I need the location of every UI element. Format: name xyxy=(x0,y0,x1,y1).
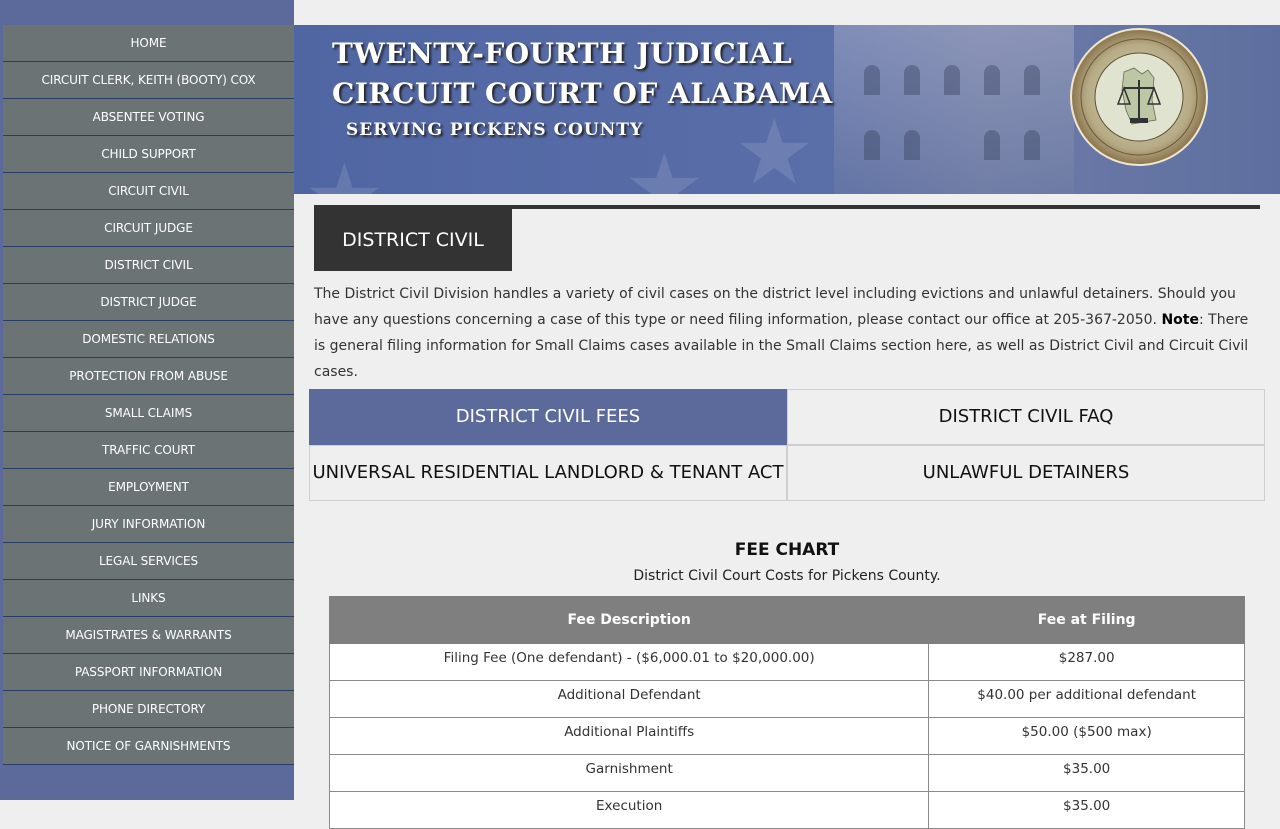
fee-description-cell: Additional Plaintiffs xyxy=(328,717,930,755)
nav-item-traffic-court[interactable]: TRAFFIC COURT xyxy=(3,432,294,469)
fee-description-cell: Execution xyxy=(328,791,930,829)
nav-item-absentee-voting[interactable]: ABSENTEE VOTING xyxy=(3,99,294,136)
intro-text-1: The District Civil Division handles a va… xyxy=(314,286,1236,328)
fee-amount-cell: $35.00 xyxy=(928,754,1245,792)
star-decoration: ★ xyxy=(304,145,385,194)
tab-district-civil-faq[interactable]: DISTRICT CIVIL FAQ xyxy=(787,389,1265,445)
nav-item-circuit-civil[interactable]: CIRCUIT CIVIL xyxy=(3,173,294,210)
table-row: Garnishment $35.00 xyxy=(328,754,1245,792)
site-banner: ★ ★ ★ TWENTY-FOURTH JUDICIAL CIRCUIT COU… xyxy=(294,25,1280,194)
table-row: Filing Fee (One defendant) - ($6,000.01 … xyxy=(328,643,1245,681)
nav-item-employment[interactable]: EMPLOYMENT xyxy=(3,469,294,506)
nav-item-passport-information[interactable]: PASSPORT INFORMATION xyxy=(3,654,294,691)
nav-item-circuit-clerk[interactable]: CIRCUIT CLERK, KEITH (BOOTY) COX xyxy=(3,62,294,99)
fee-amount-cell: $50.00 ($500 max) xyxy=(928,717,1245,755)
fee-description-cell: Additional Defendant xyxy=(328,680,930,718)
page-title: DISTRICT CIVIL xyxy=(314,209,512,271)
nav-item-child-support[interactable]: CHILD SUPPORT xyxy=(3,136,294,173)
tab-landlord-tenant-act[interactable]: UNIVERSAL RESIDENTIAL LANDLORD & TENANT … xyxy=(309,445,787,501)
nav-item-legal-services[interactable]: LEGAL SERVICES xyxy=(3,543,294,580)
nav-item-circuit-judge[interactable]: CIRCUIT JUDGE xyxy=(3,210,294,247)
nav-item-links[interactable]: LINKS xyxy=(3,580,294,617)
nav-item-notice-of-garnishments[interactable]: NOTICE OF GARNISHMENTS xyxy=(3,728,294,765)
main-nav: HOME CIRCUIT CLERK, KEITH (BOOTY) COX AB… xyxy=(3,25,294,765)
fee-description-cell: Filing Fee (One defendant) - ($6,000.01 … xyxy=(328,643,930,681)
nav-item-district-civil[interactable]: DISTRICT CIVIL xyxy=(3,247,294,284)
fee-table: Fee Description Fee at Filing Filing Fee… xyxy=(328,596,1245,829)
nav-item-home[interactable]: HOME xyxy=(3,25,294,62)
star-decoration: ★ xyxy=(624,135,705,194)
banner-title-line2: CIRCUIT COURT OF ALABAMA xyxy=(332,77,833,110)
table-row: Additional Plaintiffs $50.00 ($500 max) xyxy=(328,717,1245,755)
fee-chart-subtitle: District Civil Court Costs for Pickens C… xyxy=(633,568,941,584)
nav-item-magistrates-warrants[interactable]: MAGISTRATES & WARRANTS xyxy=(3,617,294,654)
section-tabs: DISTRICT CIVIL FEES DISTRICT CIVIL FAQ U… xyxy=(309,389,1265,501)
intro-paragraph: The District Civil Division handles a va… xyxy=(314,281,1260,385)
table-row: Additional Defendant $40.00 per addition… xyxy=(328,680,1245,718)
nav-item-jury-information[interactable]: JURY INFORMATION xyxy=(3,506,294,543)
tab-district-civil-fees[interactable]: DISTRICT CIVIL FEES xyxy=(309,389,787,445)
nav-item-district-judge[interactable]: DISTRICT JUDGE xyxy=(3,284,294,321)
banner-subtitle: SERVING PICKENS COUNTY xyxy=(346,120,644,140)
intro-note-label: Note xyxy=(1161,312,1199,328)
fee-amount-cell: $40.00 per additional defendant xyxy=(928,680,1245,718)
state-seal-logo xyxy=(1070,28,1208,166)
fee-chart-title: FEE CHART xyxy=(734,540,840,560)
courthouse-image xyxy=(834,25,1074,194)
nav-item-domestic-relations[interactable]: DOMESTIC RELATIONS xyxy=(3,321,294,358)
column-header-description: Fee Description xyxy=(328,596,930,644)
banner-title-line1: TWENTY-FOURTH JUDICIAL xyxy=(332,37,793,70)
fee-amount-cell: $287.00 xyxy=(928,643,1245,681)
nav-item-phone-directory[interactable]: PHONE DIRECTORY xyxy=(3,691,294,728)
star-decoration: ★ xyxy=(734,100,815,194)
nav-item-protection-from-abuse[interactable]: PROTECTION FROM ABUSE xyxy=(3,358,294,395)
table-header-row: Fee Description Fee at Filing xyxy=(328,596,1245,644)
fee-description-cell: Garnishment xyxy=(328,754,930,792)
nav-item-small-claims[interactable]: SMALL CLAIMS xyxy=(3,395,294,432)
sidebar: HOME CIRCUIT CLERK, KEITH (BOOTY) COX AB… xyxy=(0,0,294,800)
column-header-fee: Fee at Filing xyxy=(928,596,1245,644)
tab-unlawful-detainers[interactable]: UNLAWFUL DETAINERS xyxy=(787,445,1265,501)
fee-amount-cell: $35.00 xyxy=(928,791,1245,829)
table-row: Execution $35.00 xyxy=(328,791,1245,829)
